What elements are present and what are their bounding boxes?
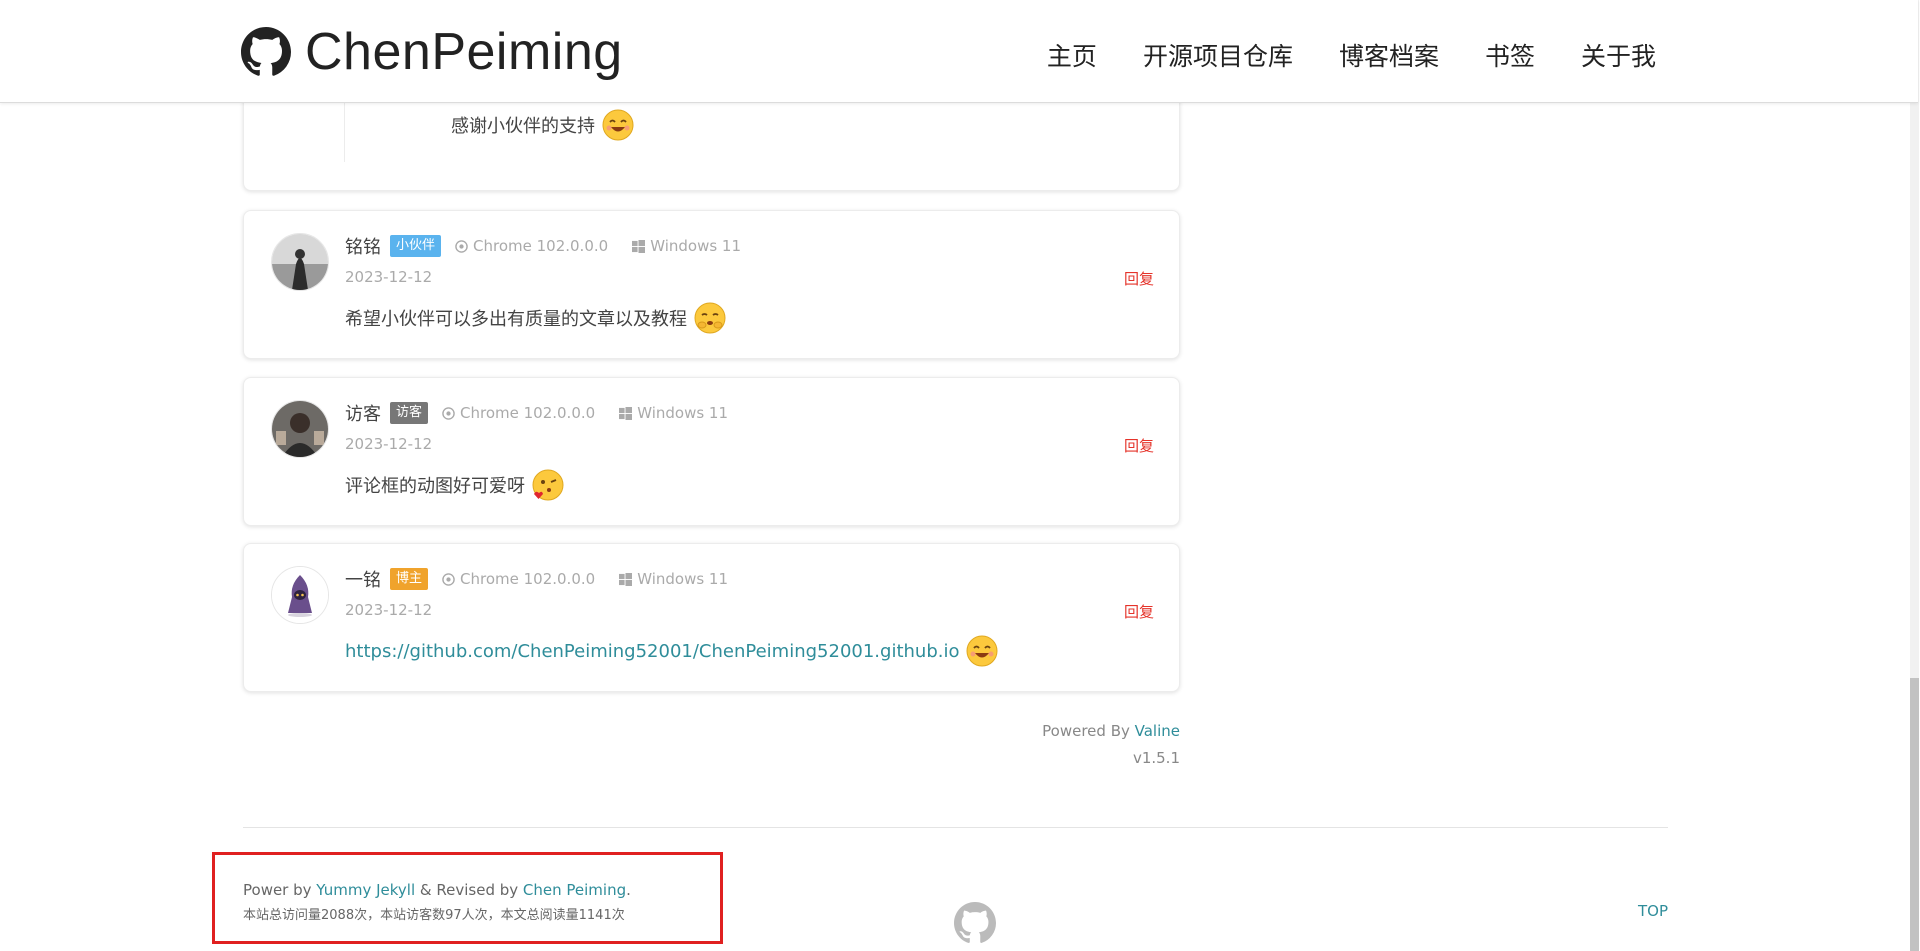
brand[interactable]: ChenPeiming [241,24,623,80]
comment-content: 希望小伙伴可以多出有质量的文章以及教程 [345,301,727,335]
power-prefix: Power by [243,881,317,899]
nav-home[interactable]: 主页 [1047,40,1097,74]
chrome-icon [455,239,468,253]
valine-version: v1.5.1 [1132,749,1180,767]
os-label: Windows 11 [650,237,742,255]
comment-date: 2023-12-12 [345,435,433,453]
comment-content: 评论框的动图好可爱呀 [345,468,565,502]
browser-label: Chrome 102.0.0.0 [473,237,609,255]
comment-card: 一铭 博主 Chrome 102.0.0.0 Windows 11 2023-1… [243,543,1180,692]
comment-content: https://github.com/ChenPeiming52001/Chen… [345,634,999,668]
emoji-kiss-icon [532,469,564,501]
os-info: Windows 11 [619,570,728,588]
site-stats: 本站总访问量2088次，本站访客数97人次，本文总阅读量1141次 [243,908,625,923]
scrollbar-thumb[interactable] [1910,678,1919,951]
comment-meta: 访客 访客 Chrome 102.0.0.0 Windows 11 [345,400,752,426]
nav-blog-archive[interactable]: 博客档案 [1339,40,1439,74]
os-label: Windows 11 [637,570,729,588]
avatar [271,400,329,458]
comment-nick[interactable]: 一铭 [345,566,381,592]
repo-link[interactable]: https://github.com/ChenPeiming52001/Chen… [345,641,959,662]
comment-nick[interactable]: 访客 [345,400,381,426]
windows-icon [632,239,646,253]
avatar [271,233,329,291]
browser-info: Chrome 102.0.0.0 [442,570,595,588]
period: . [626,881,631,899]
emoji-smile-icon [602,109,634,141]
chrome-icon [442,406,455,420]
nav-about[interactable]: 关于我 [1581,40,1656,74]
comment-content: 感谢小伙伴的支持 [451,108,635,142]
comment-text: 希望小伙伴可以多出有质量的文章以及教程 [345,309,687,330]
footer-credits: Power by Yummy Jekyll & Revised by Chen … [243,881,631,899]
footer-divider [243,827,1668,828]
os-label: Windows 11 [637,404,729,422]
powered-prefix: Powered By [1042,722,1135,740]
main-nav: 主页 开源项目仓库 博客档案 书签 关于我 [1001,40,1656,74]
nav-open-source[interactable]: 开源项目仓库 [1143,40,1293,74]
reply-button[interactable]: 回复 [1124,601,1154,622]
yummy-jekyll-link[interactable]: Yummy Jekyll [316,881,415,899]
user-badge: 访客 [390,402,429,424]
comment-nick[interactable]: 铭铭 [345,233,381,259]
github-logo-icon [241,27,291,76]
avatar [271,566,329,624]
author-link[interactable]: Chen Peiming [523,881,626,899]
browser-info: Chrome 102.0.0.0 [455,237,608,255]
site-header: ChenPeiming 主页 开源项目仓库 博客档案 书签 关于我 [0,0,1918,103]
windows-icon [619,406,633,420]
browser-label: Chrome 102.0.0.0 [460,570,596,588]
user-badge: 博主 [390,568,429,590]
emoji-smile-icon [966,635,998,667]
revised-text: & Revised by [415,881,523,899]
comment-meta: 一铭 博主 Chrome 102.0.0.0 Windows 11 [345,566,752,592]
reply-button[interactable]: 回复 [1124,435,1154,456]
github-icon[interactable] [954,902,996,944]
brand-name: ChenPeiming [305,23,623,81]
reply-button[interactable]: 回复 [1124,268,1154,289]
comment-meta: 铭铭 小伙伴 Chrome 102.0.0.0 Windows 11 [345,233,765,259]
os-info: Windows 11 [619,404,728,422]
nav-bookmarks[interactable]: 书签 [1485,40,1535,74]
windows-icon [619,572,633,586]
comment-card: 访客 访客 Chrome 102.0.0.0 Windows 11 2023-1… [243,377,1180,526]
chrome-icon [442,572,455,586]
valine-link[interactable]: Valine [1135,722,1180,740]
comment-card: 铭铭 小伙伴 Chrome 102.0.0.0 Windows 11 2023-… [243,210,1180,359]
powered-by: Powered By Valine v1.5.1 [1042,718,1180,772]
os-info: Windows 11 [632,237,741,255]
comment-text: 感谢小伙伴的支持 [451,116,595,137]
comment-date: 2023-12-12 [345,268,433,286]
back-to-top-link[interactable]: TOP [1638,902,1668,920]
browser-label: Chrome 102.0.0.0 [460,404,596,422]
browser-info: Chrome 102.0.0.0 [442,404,595,422]
reply-thread-line [344,102,345,162]
comment-text: 评论框的动图好可爱呀 [345,476,525,497]
powered-line: Powered By Valine [1042,718,1180,745]
comment-date: 2023-12-12 [345,601,433,619]
emoji-shy-icon [694,302,726,334]
user-badge: 小伙伴 [390,235,442,257]
